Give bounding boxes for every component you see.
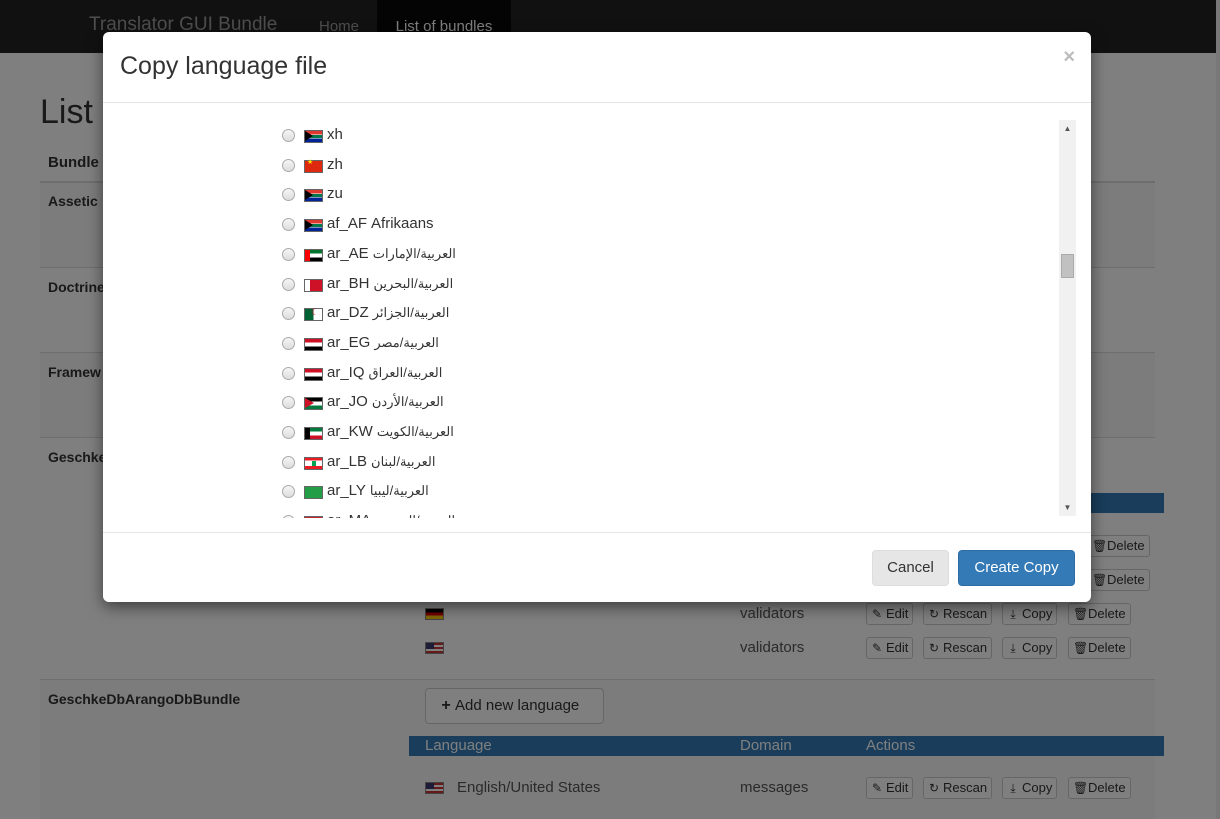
- language-code: ar_BH: [327, 275, 370, 292]
- language-code: xh: [327, 126, 343, 143]
- language-name: العربية/الإمارات: [372, 246, 456, 261]
- language-code: ar_DZ: [327, 304, 369, 321]
- radio-button[interactable]: [282, 248, 295, 261]
- language-code: zh: [327, 156, 343, 173]
- language-code: af_AF: [327, 215, 368, 232]
- language-name: Afrikaans: [371, 215, 434, 232]
- radio-button[interactable]: [282, 396, 295, 409]
- language-option-label: ar_LB العربية/لبنان: [327, 453, 436, 470]
- flag-ma-icon: [304, 516, 323, 518]
- language-name: العربية/لبنان: [371, 454, 436, 469]
- radio-button[interactable]: [282, 307, 295, 320]
- copy-language-modal: Copy language file × xh zh zu af_AFAfrikaan…: [103, 32, 1091, 602]
- flag-cn-icon: [304, 158, 323, 173]
- language-name: العربية/البحرين: [373, 276, 454, 291]
- language-code: ar_JO: [327, 393, 368, 410]
- language-name: العربية/الجزائر: [372, 305, 450, 320]
- language-name: العربية/المغرب: [375, 513, 455, 518]
- language-code: ar_AE: [327, 245, 369, 262]
- radio-button[interactable]: [282, 367, 295, 380]
- language-option-label: ar_KW العربية/الكويت: [327, 423, 454, 440]
- flag-za-icon: [304, 130, 323, 143]
- language-code: ar_EG: [327, 334, 371, 351]
- flag-ae-icon: [304, 249, 323, 262]
- language-name: العربية/الكويت: [376, 424, 454, 439]
- language-option-label: zu: [327, 185, 347, 202]
- radio-button[interactable]: [282, 278, 295, 291]
- flag-lb-icon: [304, 457, 323, 470]
- radio-button[interactable]: [282, 129, 295, 142]
- language-code: ar_MA: [327, 512, 371, 518]
- radio-button[interactable]: [282, 485, 295, 498]
- language-name: العربية/ليبيا: [369, 483, 429, 498]
- language-option-label: ar_JO العربية/الأردن: [327, 393, 444, 410]
- flag-kw-icon: [304, 427, 323, 440]
- create-copy-button[interactable]: Create Copy: [958, 550, 1075, 586]
- close-icon[interactable]: ×: [1063, 46, 1075, 69]
- language-option-label: ar_BH العربية/البحرين: [327, 275, 453, 292]
- language-radio-list: xhzhzuaf_AFAfrikaansar_AEالعربية/الإمارا…: [103, 103, 1077, 518]
- language-code: ar_LB: [327, 453, 368, 470]
- language-option-label: af_AF Afrikaans: [327, 215, 434, 232]
- language-option-label: ar_LY العربية/ليبيا: [327, 482, 429, 499]
- language-code: zu: [327, 185, 343, 202]
- scroll-down-arrow-icon[interactable]: ▼: [1059, 499, 1076, 516]
- flag-ly-icon: [304, 486, 323, 499]
- language-option-label: xh: [327, 126, 347, 143]
- language-name: العربية/مصر: [374, 335, 439, 350]
- radio-button[interactable]: [282, 456, 295, 469]
- language-option-label: ar_AE العربية/الإمارات: [327, 245, 456, 262]
- flag-za-icon: [304, 189, 323, 202]
- language-name: العربية/الأردن: [371, 394, 444, 409]
- radio-button[interactable]: [282, 218, 295, 231]
- divider: [103, 532, 1091, 533]
- language-option-label: ar_MA العربية/المغرب: [327, 512, 455, 518]
- modal-title: Copy language file: [120, 52, 328, 80]
- radio-button[interactable]: [282, 188, 295, 201]
- language-code: ar_KW: [327, 423, 373, 440]
- language-code: ar_IQ: [327, 364, 365, 381]
- radio-button[interactable]: [282, 426, 295, 439]
- cancel-button[interactable]: Cancel: [872, 550, 949, 586]
- language-code: ar_LY: [327, 482, 366, 499]
- radio-button[interactable]: [282, 337, 295, 350]
- language-list-scrollbar[interactable]: ▲ ▼: [1059, 120, 1076, 516]
- language-option-label: ar_EG العربية/مصر: [327, 334, 439, 351]
- scroll-up-arrow-icon[interactable]: ▲: [1059, 120, 1076, 137]
- language-option-label: ar_IQ العربية/العراق: [327, 364, 442, 381]
- flag-iq-icon: [304, 368, 323, 381]
- flag-dz-icon: [304, 307, 323, 321]
- language-option-label: zh: [327, 156, 347, 173]
- flag-eg-icon: [304, 338, 323, 351]
- language-name: العربية/العراق: [368, 365, 443, 380]
- radio-button[interactable]: [282, 515, 295, 518]
- flag-bh-icon: [304, 279, 323, 292]
- flag-jo-icon: [304, 397, 323, 410]
- radio-button[interactable]: [282, 159, 295, 172]
- flag-za-icon: [304, 219, 323, 232]
- language-option-label: ar_DZ العربية/الجزائر: [327, 304, 449, 321]
- scroll-thumb[interactable]: [1061, 254, 1074, 278]
